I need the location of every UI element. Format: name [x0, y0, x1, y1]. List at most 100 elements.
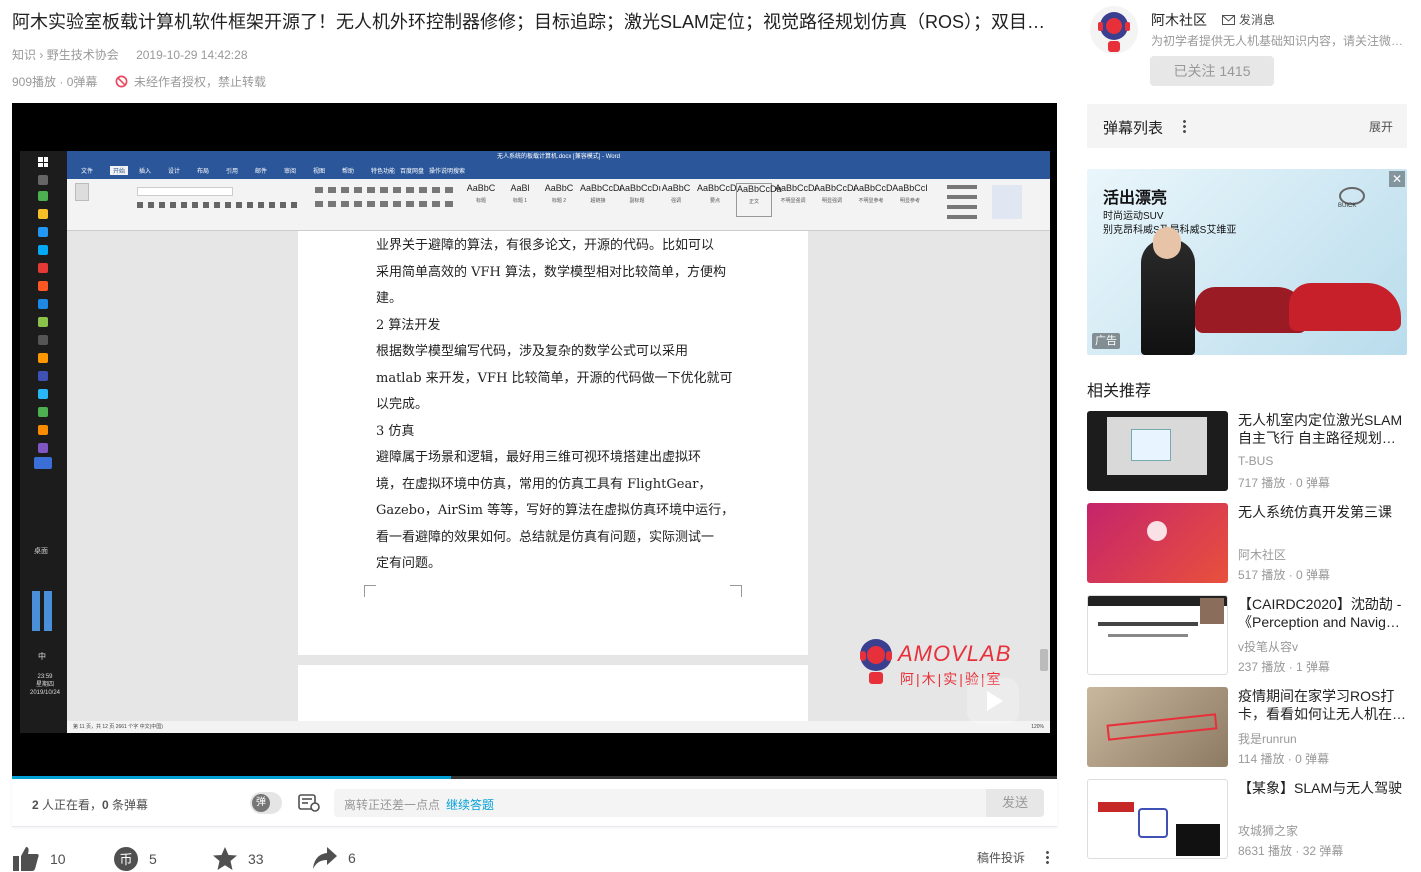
app-icon — [38, 191, 48, 201]
document-line: 业界关于避障的算法，有很多论文，开源的代码。比如可以 — [376, 238, 715, 253]
expand-button[interactable]: 展开 — [1369, 118, 1393, 135]
taskbar-clock: 23:59 星期四 2019/10/24 — [29, 674, 61, 696]
search-icon — [38, 175, 48, 185]
related-item[interactable]: 【某象】SLAM与无人驾驶 攻城狮之家 8631 播放 · 32 弹幕 — [1087, 779, 1407, 861]
danmaku-toggle[interactable]: 弹 — [250, 792, 282, 814]
word-tab: 特色功能 — [371, 169, 396, 175]
related-item[interactable]: 【CAIRDC2020】沈劭劼 - 《Perception and Navig…… — [1087, 595, 1407, 677]
windows-taskbar: 桌面 中 23:59 星期四 2019/10/24 — [20, 151, 67, 733]
danmaku-list-header[interactable]: 弹幕列表 展开 — [1087, 104, 1407, 148]
document-line: 以完成。 — [376, 397, 429, 412]
word-tab: 设计 — [168, 169, 181, 175]
play-button[interactable] — [967, 678, 1019, 724]
coin-button[interactable]: 币 5 — [113, 846, 157, 872]
like-button[interactable]: 10 — [12, 846, 66, 872]
document-line: 根据数学模型编写代码，涉及复杂的数学公式可以采用 — [376, 344, 689, 359]
send-message-link[interactable]: 发消息 — [1222, 11, 1275, 28]
document-line: 3 仿真 — [376, 423, 415, 439]
app-icon — [38, 353, 48, 363]
app-icon — [38, 227, 48, 237]
uploader-avatar[interactable] — [1090, 6, 1138, 54]
svg-text:币: 币 — [119, 853, 132, 868]
document-line: 采用简单高效的 VFH 算法，数学模型相对比较简单，方便构 — [376, 264, 727, 280]
word-status-bar: 第 11 页，共 12 页 2661 个字 中文(中国) 120% — [67, 721, 1050, 733]
close-icon[interactable]: ✕ — [1389, 171, 1405, 187]
robot-avatar-icon — [1098, 12, 1130, 52]
document-page: 业界关于避障的算法，有很多论文，开源的代码。比如可以 采用简单高效的 VFH 算法… — [298, 231, 808, 655]
app-icon — [38, 389, 48, 399]
app-icon — [38, 443, 48, 453]
continue-quiz-link[interactable]: 继续答题 — [446, 796, 494, 813]
app-icon — [38, 299, 48, 309]
related-title: 相关推荐 — [1087, 383, 1152, 400]
windows-start-icon — [38, 157, 48, 167]
word-tab: 开始 — [110, 166, 129, 175]
zoom-level: 120% — [1031, 724, 1044, 730]
style-preset: AaBbCcDa 正文 — [736, 183, 782, 217]
uploader-description: 为初学者提供无人机基础知识内容，请关注微… — [1151, 34, 1404, 48]
related-item[interactable]: 无人系统仿真开发第三课 阿木社区 517 播放 · 0 弹幕 — [1087, 503, 1407, 585]
desktop-label: 桌面 — [34, 548, 48, 555]
forbidden-icon — [115, 75, 128, 88]
more-icon[interactable] — [1046, 850, 1049, 864]
app-icon — [38, 209, 48, 219]
breadcrumb: 知识 › 野生技术协会 2019-10-29 14:42:28 — [12, 48, 248, 62]
word-ribbon: AaBbC 标题 AaBl 标题 1 AaBbC 标题 2 AaBbCcDı 超链接 AaBbC… — [67, 179, 1050, 231]
style-preset: AaBbC 强调 — [661, 183, 691, 204]
send-button[interactable]: 发送 — [986, 789, 1044, 817]
style-preset: AaBbCcDı 超链接 — [580, 183, 623, 204]
word-tab: 百度网盘 — [400, 169, 425, 175]
style-preset: AaBbCcDı 不明显强调 — [775, 183, 818, 204]
document-line: 避障属于场景和逻辑，最好用三维可视环境搭建出虚拟环 — [376, 450, 702, 465]
app-icon — [38, 245, 48, 255]
report-link[interactable]: 稿件投诉 — [977, 849, 1025, 866]
video-title: 阿木实验室板载计算机软件框架开源了！无人机外环控制器修修；目标追踪；激光SLAM… — [12, 12, 1046, 32]
video-player[interactable]: 桌面 中 23:59 星期四 2019/10/24 无人系统的板载计算机.doc… — [12, 103, 1057, 779]
word-tab: 邮件 — [255, 169, 268, 175]
app-icon — [38, 371, 48, 381]
ad-car-image — [1289, 283, 1401, 331]
style-preset: AaBbCcD 不明显参考 — [853, 183, 893, 204]
share-button[interactable]: 6 — [312, 846, 356, 870]
document-line: Gazebo，AirSim 等等，写好的算法在虚拟仿真环境中运行， — [376, 503, 735, 518]
word-ribbon-tabs: 文件 开始 插入 设计 布局 引用 邮件 审阅 视图 帮助 特色功能 百度网盘 操作说明搜索 — [67, 163, 1050, 179]
document-line: 建。 — [376, 291, 403, 306]
word-taskbar-icon — [34, 457, 52, 469]
word-title-bar: 无人系统的板载计算机.docx [兼容模式] - Word — [67, 151, 1050, 163]
video-stats: 909播放 · 0弹幕 — [12, 75, 98, 89]
network-drive-button — [992, 185, 1022, 219]
danmaku-input[interactable]: 离转正还差一点点 继续答题 发送 — [334, 789, 1044, 817]
margin-mark — [364, 585, 376, 597]
followed-button[interactable]: 已关注 1415 — [1150, 56, 1274, 86]
uploader-name[interactable]: 阿木社区 — [1151, 10, 1207, 30]
word-tab: 布局 — [197, 169, 210, 175]
ime-indicator: 中 — [38, 652, 46, 661]
more-icon[interactable] — [1183, 119, 1186, 133]
app-icon — [38, 263, 48, 273]
danmaku-settings-icon[interactable] — [298, 793, 320, 813]
app-icon — [38, 317, 48, 327]
related-thumbnail — [1087, 595, 1228, 675]
style-preset: AaBbC 标题 2 — [544, 183, 574, 204]
word-tab: 帮助 — [342, 169, 355, 175]
word-tab: 视图 — [313, 169, 326, 175]
breadcrumb-knowledge[interactable]: 知识 — [12, 48, 36, 62]
document-text: 业界关于避障的算法，有很多论文，开源的代码。比如可以 采用简单高效的 VFH 算法… — [376, 233, 736, 578]
document-line: 定有问题。 — [376, 556, 442, 571]
related-item[interactable]: 疫情期间在家学习ROS打卡，看看如何让无人机在… 我是runrun 114 播放… — [1087, 687, 1407, 769]
style-preset: AaBbCcDı 副标题 — [619, 183, 662, 204]
copyright-notice: 未经作者授权，禁止转载 — [115, 73, 266, 90]
share-icon — [313, 847, 337, 869]
document-line: matlab 来开发，VFH 比较简单，开源的代码做一下优化就可 — [376, 370, 733, 386]
danmaku-toolbar: 2 人正在看，0 条弹幕 弹 离转正还差一点点 继续答题 发送 — [12, 779, 1057, 827]
related-item[interactable]: 无人机室内定位激光SLAM自主飞行 自主路径规划… T-BUS 717 播放 ·… — [1087, 411, 1407, 493]
ad-banner[interactable]: 活出漂亮 时尚运动SUV 别克昂科威S及昂科威S艾维亚 BUICK 广告 ✕ — [1087, 169, 1407, 355]
font-name-box — [137, 187, 233, 196]
favorite-button[interactable]: 33 — [212, 846, 264, 872]
scrollbar-thumb[interactable] — [1040, 649, 1048, 671]
breadcrumb-tech[interactable]: 野生技术协会 — [47, 48, 119, 62]
document-line: 境，在虚拟环境中仿真，常用的仿真工具有 FlightGear， — [376, 476, 712, 492]
word-tab: 审阅 — [284, 169, 297, 175]
star-icon — [213, 847, 237, 870]
document-page-next — [298, 665, 808, 721]
